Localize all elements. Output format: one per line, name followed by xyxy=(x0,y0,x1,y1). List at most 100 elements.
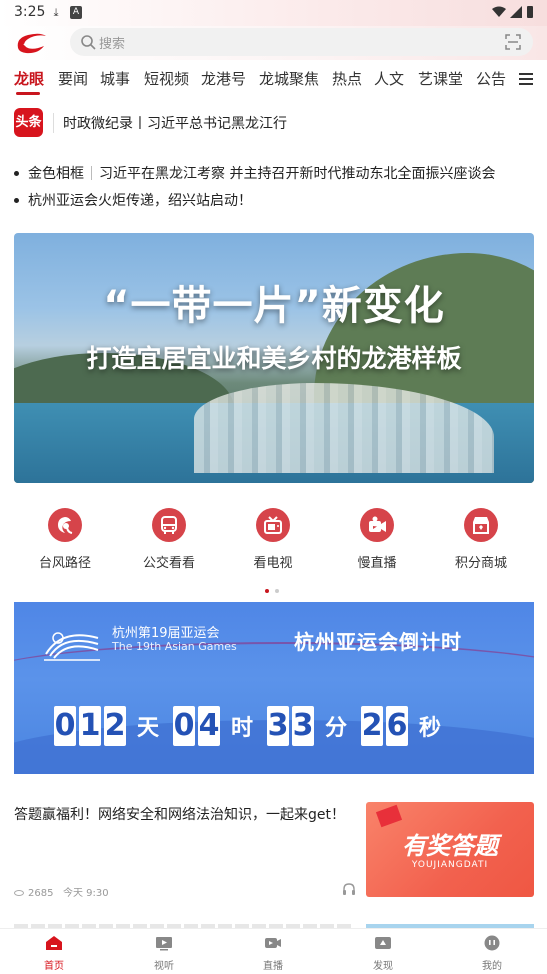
countdown-minutes: 33 xyxy=(267,706,317,746)
divider xyxy=(91,166,92,180)
nav-live[interactable]: 直播 xyxy=(233,929,313,972)
live-camera-icon xyxy=(369,516,386,532)
quick-link-label: 看电视 xyxy=(253,556,293,571)
banner-title: “一带一片”新变化 xyxy=(103,283,445,329)
banner-subtitle: 打造宜居宜业和美乡村的龙港样板 xyxy=(86,344,462,373)
channel-menu-icon[interactable] xyxy=(519,73,533,85)
countdown-digit: 0 xyxy=(173,706,196,746)
bus-button[interactable]: 公交看看 xyxy=(129,508,209,571)
nav-label: 首页 xyxy=(44,961,64,972)
nav-label: 我的 xyxy=(482,961,502,972)
search-bar[interactable]: 搜索 xyxy=(70,28,533,56)
typhoon-icon xyxy=(58,517,73,534)
asian-games-name: 杭州第19届亚运会 xyxy=(112,626,220,641)
banner-pager xyxy=(229,474,309,478)
discover-icon xyxy=(375,937,391,949)
tab-art-class[interactable]: 艺课堂 xyxy=(418,68,463,89)
view-count: 2685 xyxy=(28,888,54,899)
notification-icon: A xyxy=(70,6,82,19)
tab-longganghao[interactable]: 龙港号 xyxy=(201,68,246,89)
tab-longyan[interactable]: 龙眼 xyxy=(14,68,44,89)
toutiao-badge: 头条 xyxy=(14,108,43,137)
news-card[interactable]: 答题赢福利！网络安全和网络法治知识，一起来get！ 有奖答题 YOUJIANGD… xyxy=(14,802,534,899)
bullet-text[interactable]: 习近平在黑龙江考察 并主持召开新时代推动东北全面振兴座谈会 xyxy=(99,166,495,182)
countdown-seconds: 26 xyxy=(361,706,411,746)
tab-chengshi[interactable]: 城事 xyxy=(100,68,130,89)
countdown-unit: 分 xyxy=(325,716,348,741)
countdown-unit: 秒 xyxy=(419,716,442,741)
battery-icon xyxy=(527,6,533,18)
scan-icon[interactable] xyxy=(505,34,521,50)
headline[interactable]: 头条 时政微纪录丨习近平总书记黑龙江行 xyxy=(14,108,534,148)
watch-tv-button[interactable]: 看电视 xyxy=(233,508,313,571)
asian-games-countdown-banner[interactable]: 杭州第19届亚运会 The 19th Asian Games 杭州亚运会倒计时 … xyxy=(14,602,534,774)
news-meta: 2685 今天 9:30 xyxy=(14,884,109,899)
countdown-unit: 时 xyxy=(231,716,254,741)
news-title[interactable]: 答题赢福利！网络安全和网络法治知识，一起来get！ xyxy=(14,804,354,826)
quick-link-label: 慢直播 xyxy=(357,556,397,571)
active-tab-indicator xyxy=(16,92,40,95)
news-thumbnail[interactable]: 有奖答题 YOUJIANGDATI xyxy=(366,802,534,897)
tab-yaowen[interactable]: 要闻 xyxy=(58,68,88,89)
asian-games-emblem-icon xyxy=(44,632,100,661)
countdown-digit: 2 xyxy=(104,706,126,746)
countdown-digit: 0 xyxy=(54,706,76,746)
hero-banner[interactable]: “一带一片”新变化 打造宜居宜业和美乡村的龙港样板 xyxy=(14,233,534,483)
tab-hotspot[interactable]: 热点 xyxy=(332,68,362,89)
tab-short-video[interactable]: 短视频 xyxy=(144,68,189,89)
tab-notice[interactable]: 公告 xyxy=(476,68,506,89)
news-time: 今天 9:30 xyxy=(63,888,109,899)
points-mall-button[interactable]: 积分商城 xyxy=(441,508,521,571)
eye-icon xyxy=(14,890,24,896)
quick-link-label: 台风路径 xyxy=(38,556,91,571)
countdown-hours: 04 xyxy=(173,706,223,746)
typhoon-path-button[interactable]: 台风路径 xyxy=(25,508,105,571)
headphones-icon[interactable] xyxy=(342,882,356,896)
live-icon xyxy=(265,938,281,948)
nav-profile[interactable]: 我的 xyxy=(452,929,532,972)
home-icon xyxy=(46,936,62,950)
bullet-text[interactable]: 杭州亚运会火炬传递，绍兴站启动！ xyxy=(28,190,252,210)
asian-games-name-en: The 19th Asian Games xyxy=(112,640,237,653)
countdown-unit: 天 xyxy=(137,716,160,741)
countdown-digit: 3 xyxy=(292,706,315,746)
tab-renwen[interactable]: 人文 xyxy=(374,68,404,89)
countdown-digit: 2 xyxy=(361,706,384,746)
bullet-dot xyxy=(14,198,19,203)
countdown-digit: 4 xyxy=(198,706,221,746)
bottom-navigation: 首页 视听 直播 发现 我的 xyxy=(0,928,547,974)
nav-home[interactable]: 首页 xyxy=(14,929,94,972)
nav-label: 视听 xyxy=(154,961,174,972)
quick-links-pager xyxy=(265,578,285,597)
app-logo[interactable] xyxy=(14,30,48,56)
countdown-days: 012 xyxy=(54,706,129,746)
download-icon: ⤓ xyxy=(53,6,59,19)
thumbnail-title: 有奖答题 xyxy=(402,832,498,860)
bullet-dot xyxy=(14,171,19,176)
nav-label: 直播 xyxy=(263,961,283,972)
nav-label: 发现 xyxy=(373,961,393,972)
countdown-title: 杭州亚运会倒计时 xyxy=(294,630,462,654)
bullet-tag: 金色相框 xyxy=(28,166,84,182)
search-icon xyxy=(81,35,96,50)
bullet-news-item[interactable]: 杭州亚运会火炬传递，绍兴站启动！ xyxy=(14,190,534,210)
tab-longcheng-focus[interactable]: 龙城聚焦 xyxy=(259,68,319,89)
countdown-timer: 012天04时33分26秒 xyxy=(54,706,455,748)
profile-icon xyxy=(484,935,500,951)
nav-audio-video[interactable]: 视听 xyxy=(124,929,204,972)
bullet-news-item[interactable]: 金色相框 习近平在黑龙江考察 并主持召开新时代推动东北全面振兴座谈会 xyxy=(14,163,534,183)
countdown-digit: 6 xyxy=(386,706,409,746)
channel-tabs: 龙眼 要闻 城事 短视频 龙港号 龙城聚焦 热点 人文 艺课堂 公告 xyxy=(0,64,547,95)
wifi-icon xyxy=(492,6,506,17)
divider xyxy=(53,113,54,133)
headline-text[interactable]: 时政微纪录丨习近平总书记黑龙江行 xyxy=(63,113,287,133)
bus-icon xyxy=(161,516,177,534)
tv-icon xyxy=(264,516,282,534)
thumbnail-subtitle: YOUJIANGDATI xyxy=(411,860,489,870)
thumbnail-decoration xyxy=(375,804,403,828)
slow-live-button[interactable]: 慢直播 xyxy=(337,508,417,571)
media-icon xyxy=(156,937,172,951)
nav-discover[interactable]: 发现 xyxy=(343,929,423,972)
signal-icon xyxy=(510,6,522,18)
search-placeholder: 搜索 xyxy=(99,37,126,52)
